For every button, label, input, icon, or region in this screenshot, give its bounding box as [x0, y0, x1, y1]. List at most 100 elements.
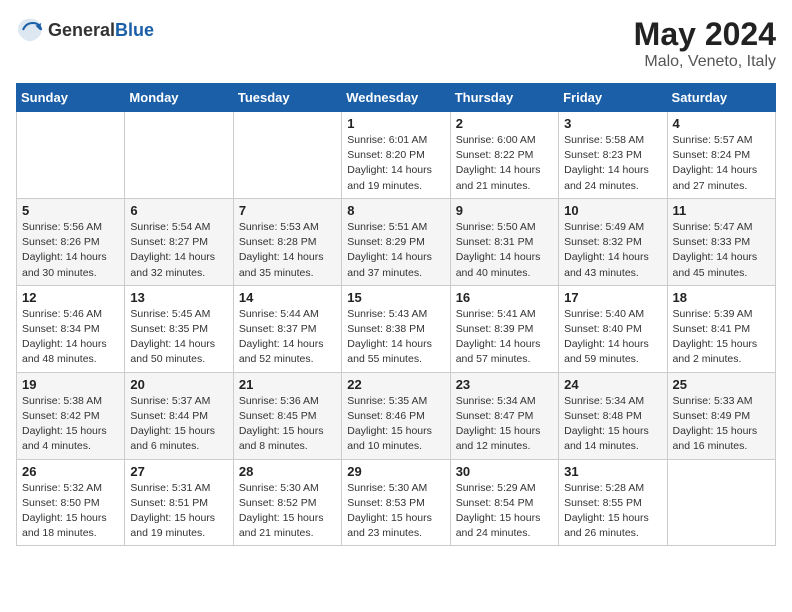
day-info: Sunrise: 5:44 AMSunset: 8:37 PMDaylight:… — [239, 307, 336, 368]
day-number: 16 — [456, 290, 553, 305]
day-number: 1 — [347, 116, 444, 131]
day-info-line: Sunrise: 5:49 AM — [564, 221, 644, 233]
day-info-line: Sunset: 8:20 PM — [347, 149, 425, 161]
day-number: 29 — [347, 464, 444, 479]
day-info-line: Sunset: 8:42 PM — [22, 410, 100, 422]
day-info: Sunrise: 5:43 AMSunset: 8:38 PMDaylight:… — [347, 307, 444, 368]
day-info-line: Sunset: 8:49 PM — [673, 410, 751, 422]
day-info: Sunrise: 5:37 AMSunset: 8:44 PMDaylight:… — [130, 394, 227, 455]
day-info: Sunrise: 5:57 AMSunset: 8:24 PMDaylight:… — [673, 133, 770, 194]
day-info-line: Daylight: 14 hours — [564, 251, 649, 263]
day-info-line: and 16 minutes. — [673, 440, 748, 452]
day-cell — [667, 459, 775, 546]
day-info-line: and 43 minutes. — [564, 267, 639, 279]
header-cell-saturday: Saturday — [667, 84, 775, 112]
day-info-line: Sunset: 8:48 PM — [564, 410, 642, 422]
day-cell: 4Sunrise: 5:57 AMSunset: 8:24 PMDaylight… — [667, 112, 775, 199]
day-info-line: Sunset: 8:32 PM — [564, 236, 642, 248]
day-info-line: Sunrise: 5:50 AM — [456, 221, 536, 233]
day-info-line: Sunrise: 5:56 AM — [22, 221, 102, 233]
day-info-line: and 19 minutes. — [347, 180, 422, 192]
day-info-line: and 24 minutes. — [564, 180, 639, 192]
day-info: Sunrise: 5:29 AMSunset: 8:54 PMDaylight:… — [456, 481, 553, 542]
day-info: Sunrise: 5:31 AMSunset: 8:51 PMDaylight:… — [130, 481, 227, 542]
day-info-line: and 10 minutes. — [347, 440, 422, 452]
day-info-line: Sunrise: 5:38 AM — [22, 395, 102, 407]
day-cell — [125, 112, 233, 199]
day-info-line: and 4 minutes. — [22, 440, 91, 452]
day-number: 25 — [673, 377, 770, 392]
day-info-line: Daylight: 14 hours — [456, 338, 541, 350]
logo-general-text: General — [48, 20, 115, 40]
day-info-line: and 21 minutes. — [456, 180, 531, 192]
day-cell: 15 Sunrise: 5:43 AMSunset: 8:38 PMDayligh… — [342, 285, 450, 372]
day-info-line: and 55 minutes. — [347, 353, 422, 365]
day-info-line: Sunset: 8:53 PM — [347, 497, 425, 509]
day-info-line: Daylight: 14 hours — [673, 251, 758, 263]
day-cell: 1 Sunrise: 6:01 AM Sunset: 8:20 PM Daylight… — [342, 112, 450, 199]
day-info-line: Sunrise: 5:35 AM — [347, 395, 427, 407]
day-number: 6 — [130, 203, 227, 218]
day-info-line: Daylight: 14 hours — [456, 164, 541, 176]
day-cell: 2 Sunrise: 6:00 AM Sunset: 8:22 PM Daylight… — [450, 112, 558, 199]
day-info: Sunrise: 5:39 AMSunset: 8:41 PMDaylight:… — [673, 307, 770, 368]
day-info: Sunrise: 5:34 AMSunset: 8:48 PMDaylight:… — [564, 394, 661, 455]
day-info-line: Sunrise: 5:54 AM — [130, 221, 210, 233]
day-info: Sunrise: 5:30 AMSunset: 8:53 PMDaylight:… — [347, 481, 444, 542]
day-info-line: Sunset: 8:23 PM — [564, 149, 642, 161]
day-info-line: Sunset: 8:44 PM — [130, 410, 208, 422]
day-info-line: Sunrise: 5:40 AM — [564, 308, 644, 320]
day-info-line: Daylight: 15 hours — [22, 425, 107, 437]
day-number: 5 — [22, 203, 119, 218]
day-number: 20 — [130, 377, 227, 392]
day-info-line: Sunset: 8:46 PM — [347, 410, 425, 422]
day-info-line: and 18 minutes. — [22, 527, 97, 539]
day-info-line: and 40 minutes. — [456, 267, 531, 279]
logo: GeneralBlue — [16, 16, 154, 44]
day-cell: 24Sunrise: 5:34 AMSunset: 8:48 PMDayligh… — [559, 372, 667, 459]
day-number: 22 — [347, 377, 444, 392]
day-info-line: Daylight: 14 hours — [347, 251, 432, 263]
day-number: 10 — [564, 203, 661, 218]
day-number: 2 — [456, 116, 553, 131]
day-info-line: Daylight: 14 hours — [347, 164, 432, 176]
day-info-line: Sunrise: 6:00 AM — [456, 134, 536, 146]
day-info-line: Sunrise: 6:01 AM — [347, 134, 427, 146]
day-info-line: and 19 minutes. — [130, 527, 205, 539]
day-info-line: Sunrise: 5:53 AM — [239, 221, 319, 233]
day-number: 14 — [239, 290, 336, 305]
day-info: Sunrise: 5:46 AMSunset: 8:34 PMDaylight:… — [22, 307, 119, 368]
day-number: 9 — [456, 203, 553, 218]
day-info: Sunrise: 5:49 AM Sunset: 8:32 PM Daylight:… — [564, 220, 661, 281]
day-info: Sunrise: 5:40 AMSunset: 8:40 PMDaylight:… — [564, 307, 661, 368]
day-number: 11 — [673, 203, 770, 218]
day-info-line: Sunset: 8:22 PM — [456, 149, 534, 161]
location-title: Malo, Veneto, Italy — [634, 53, 776, 71]
day-info-line: Sunrise: 5:47 AM — [673, 221, 753, 233]
day-info-line: Sunset: 8:34 PM — [22, 323, 100, 335]
day-info-line: Daylight: 15 hours — [456, 425, 541, 437]
day-info-line: Daylight: 15 hours — [22, 512, 107, 524]
day-number: 15 — [347, 290, 444, 305]
day-cell: 19Sunrise: 5:38 AMSunset: 8:42 PMDayligh… — [17, 372, 125, 459]
day-info-line: Daylight: 14 hours — [239, 251, 324, 263]
day-cell: 21Sunrise: 5:36 AMSunset: 8:45 PMDayligh… — [233, 372, 341, 459]
day-info-line: Sunrise: 5:29 AM — [456, 482, 536, 494]
calendar-body: 1 Sunrise: 6:01 AM Sunset: 8:20 PM Daylight… — [17, 112, 776, 546]
day-info-line: and 6 minutes. — [130, 440, 199, 452]
day-cell: 10 Sunrise: 5:49 AM Sunset: 8:32 PM Dayligh… — [559, 198, 667, 285]
calendar-table: SundayMondayTuesdayWednesdayThursdayFrid… — [16, 83, 776, 546]
day-info-line: Sunset: 8:26 PM — [22, 236, 100, 248]
day-info-line: and 35 minutes. — [239, 267, 314, 279]
day-cell: 3Sunrise: 5:58 AMSunset: 8:23 PMDaylight… — [559, 112, 667, 199]
week-row-5: 26Sunrise: 5:32 AMSunset: 8:50 PMDayligh… — [17, 459, 776, 546]
day-info-line: Sunset: 8:35 PM — [130, 323, 208, 335]
day-info-line: Daylight: 14 hours — [347, 338, 432, 350]
day-info-line: Daylight: 14 hours — [130, 338, 215, 350]
header-cell-tuesday: Tuesday — [233, 84, 341, 112]
day-info-line: and 21 minutes. — [239, 527, 314, 539]
day-cell: 8Sunrise: 5:51 AMSunset: 8:29 PMDaylight… — [342, 198, 450, 285]
day-info: Sunrise: 5:33 AMSunset: 8:49 PMDaylight:… — [673, 394, 770, 455]
day-info-line: Sunset: 8:55 PM — [564, 497, 642, 509]
day-info-line: Daylight: 14 hours — [130, 251, 215, 263]
